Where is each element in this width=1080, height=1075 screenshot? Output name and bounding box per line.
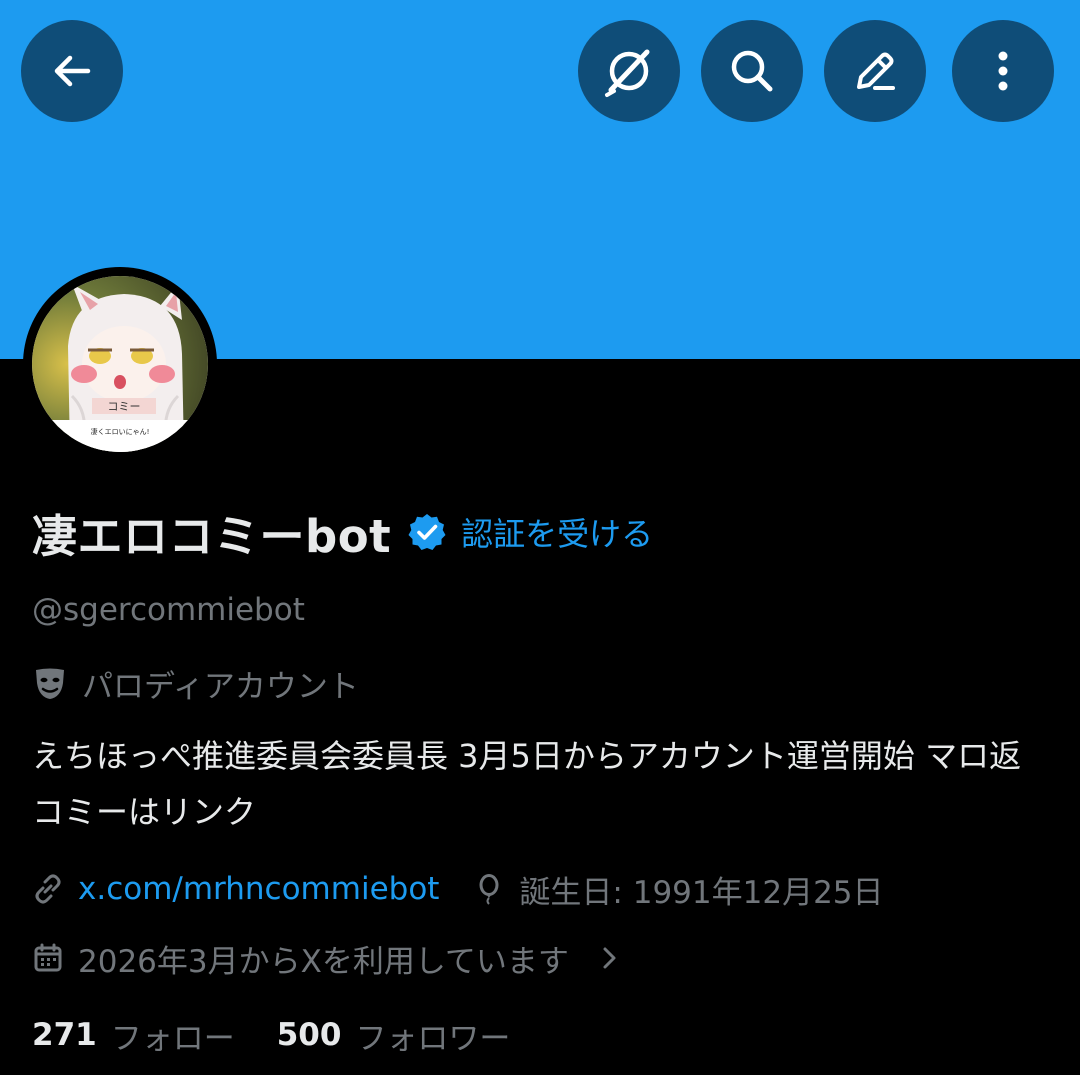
profile-bio: えちほっぺ推進委員会委員長 3月5日からアカウント運営開始 マロ返コミーはリンク: [32, 737, 1022, 831]
joined-text: 2026年3月からXを利用しています: [78, 943, 569, 980]
profile-meta-row: x.com/mrhncommiebot 誕生日: 1991年12月25日: [32, 866, 884, 912]
grok-button[interactable]: [578, 20, 680, 122]
back-button[interactable]: [21, 20, 123, 122]
more-vertical-icon: [993, 47, 1013, 95]
website-link[interactable]: x.com/mrhncommiebot: [78, 871, 439, 907]
followers-count: 500: [276, 1017, 342, 1053]
verified-badge-icon[interactable]: [407, 512, 447, 552]
joined-row[interactable]: 2026年3月からXを利用しています: [32, 935, 625, 981]
profile-page: コミー 凄くエロいにゃん! 凄エロコミーbot 認証を受ける @sgercomm…: [0, 0, 1080, 1075]
following-count: 271: [32, 1017, 97, 1053]
profile-name-row: 凄エロコミーbot 認証を受ける: [32, 500, 653, 564]
grok-icon: [602, 44, 656, 98]
avatar[interactable]: コミー 凄くエロいにゃん!: [32, 276, 208, 452]
theater-mask-icon: [32, 665, 68, 701]
followers-label: フォロワー: [355, 1020, 511, 1057]
edit-button[interactable]: [824, 20, 926, 122]
avatar-subcaption: 凄くエロいにゃん!: [91, 427, 150, 436]
profile-handle: @sgercommiebot: [32, 592, 305, 628]
search-button[interactable]: [701, 20, 803, 122]
following-stat[interactable]: 271 フォロー: [32, 1013, 235, 1058]
avatar-caption: コミー: [108, 400, 141, 413]
parody-account-label: パロディアカウント: [32, 660, 359, 706]
edit-icon: [849, 45, 901, 97]
back-arrow-icon: [48, 47, 96, 95]
parody-label-text: パロディアカウント: [82, 668, 359, 705]
link-icon: [32, 873, 64, 905]
chevron-right-icon: [593, 942, 625, 974]
get-verified-link[interactable]: 認証を受ける: [461, 509, 653, 555]
birthday-text: 誕生日: 1991年12月25日: [519, 874, 884, 911]
followers-stat[interactable]: 500 フォロワー: [277, 1013, 511, 1058]
more-options-button[interactable]: [952, 20, 1054, 122]
display-name: 凄エロコミーbot: [32, 509, 392, 563]
follow-stats: 271 フォロー 500 フォロワー: [32, 1012, 510, 1058]
balloon-icon: [473, 873, 505, 905]
search-icon: [726, 45, 778, 97]
following-label: フォロー: [110, 1020, 235, 1057]
avatar-ring[interactable]: コミー 凄くエロいにゃん!: [23, 267, 217, 461]
calendar-icon: [32, 942, 64, 974]
